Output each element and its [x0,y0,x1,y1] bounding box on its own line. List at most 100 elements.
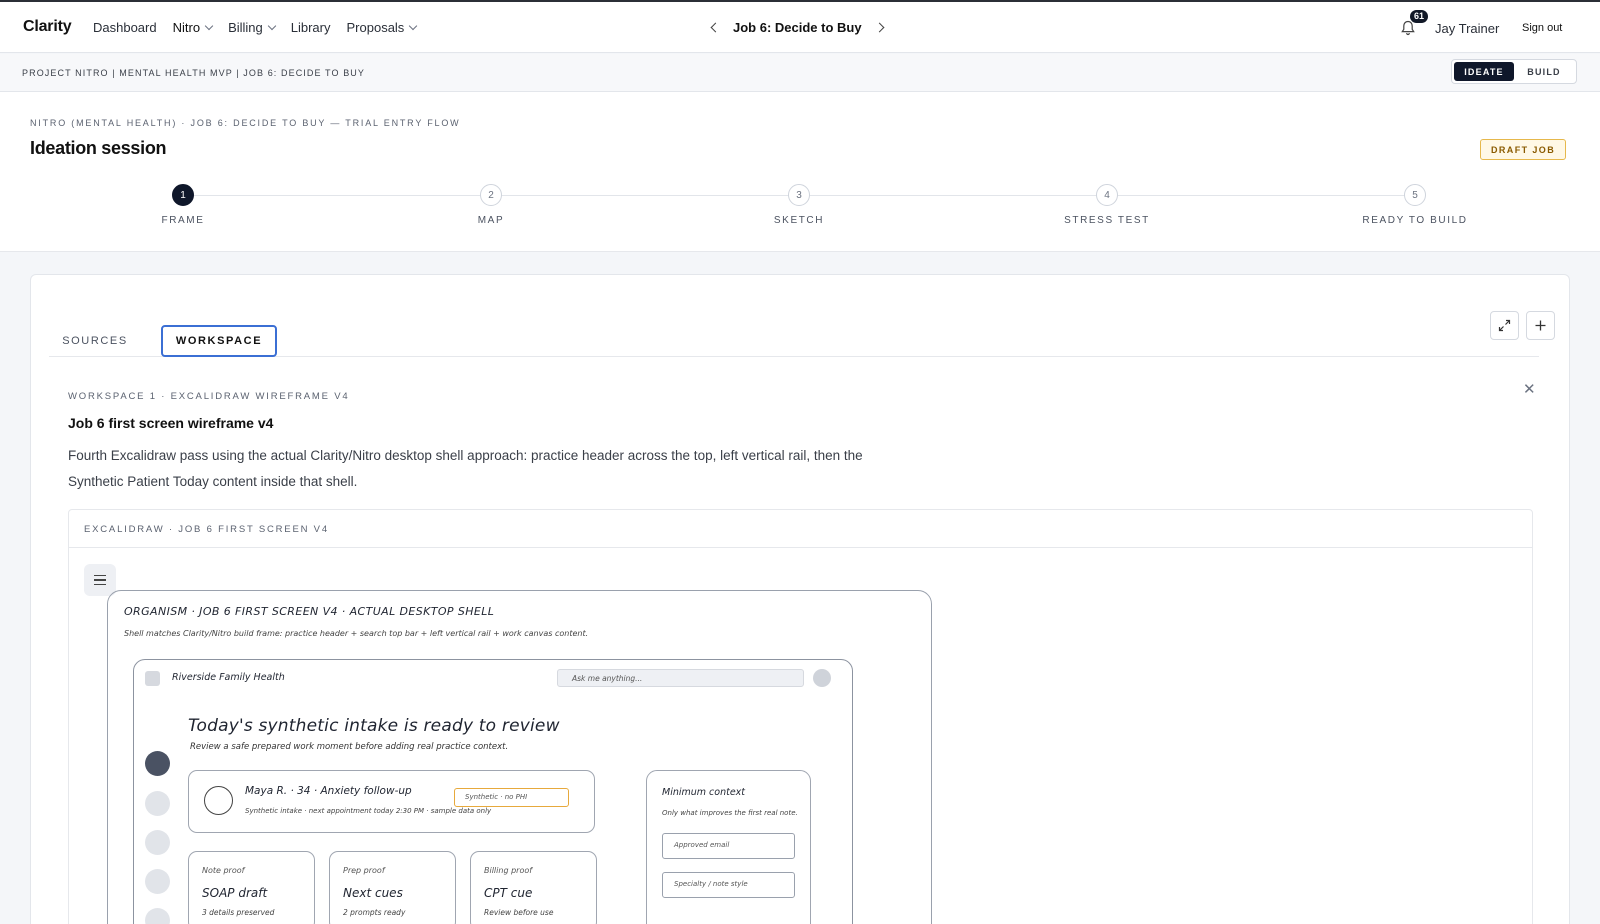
sketch-synthetic-tag: Synthetic · no PHI [454,788,569,807]
proof-label: Note proof [202,866,245,875]
step-number: 5 [1404,184,1426,206]
sign-out-link[interactable]: Sign out [1522,22,1562,34]
sketch-avatar [813,669,831,687]
step-map[interactable]: 2 MAP [431,184,551,226]
workspace-description: Fourth Excalidraw pass using the actual … [68,448,863,489]
step-number: 4 [1096,184,1118,206]
step-number: 1 [172,184,194,206]
nav-billing[interactable]: Billing [228,20,276,35]
page-title: Ideation session [30,138,167,158]
chevron-down-icon [267,21,276,30]
sketch-rail-item [145,751,170,776]
practice-logo-placeholder [145,671,160,686]
sketch-search-input: Ask me anything... [557,669,804,687]
sketch-proof-card: Billing proof CPT cue Review before use [470,851,597,924]
sketch-headline: Today's synthetic intake is ready to rev… [188,716,560,736]
session-header: NITRO (MENTAL HEALTH) · JOB 6: DECIDE TO… [0,92,1600,252]
sketch-rail-item [145,908,170,924]
step-label: SKETCH [773,215,825,226]
mode-ideate-button[interactable]: IDEATE [1454,62,1514,81]
sketch-subheadline: Review a safe prepared work moment befor… [190,742,509,752]
sketch-proof-card: Note proof SOAP draft 3 details preserve… [188,851,315,924]
tab-workspace[interactable]: WORKSPACE [161,325,277,357]
proof-value: CPT cue [484,886,533,900]
step-frame[interactable]: 1 FRAME [123,184,243,226]
nav-library[interactable]: Library [291,20,331,35]
sketch-organism-frame: ORGANISM · JOB 6 FIRST SCREEN V4 · ACTUA… [107,590,932,924]
sketch-patient-avatar [204,786,233,815]
proof-note: 3 details preserved [202,908,275,917]
chevron-down-icon [409,21,418,30]
tab-sources[interactable]: SOURCES [49,325,141,357]
mode-toggle: IDEATE BUILD [1451,59,1577,84]
sketch-specialty-field: Specialty / note style [662,872,795,898]
breadcrumb: PROJECT NITRO | MENTAL HEALTH MVP | JOB … [22,68,365,78]
plus-icon [1535,320,1546,331]
user-name[interactable]: Jay Trainer [1435,21,1499,36]
workspace-card: SOURCES WORKSPACE ✕ WORKSPACE 1 · EXCALI… [30,274,1570,924]
nav-label: Nitro [172,20,201,35]
nav-dashboard[interactable]: Dashboard [93,20,157,35]
next-job-icon[interactable] [874,22,885,33]
workspace-title: Job 6 first screen wireframe v4 [68,415,274,431]
current-job-title: Job 6: Decide to Buy [733,20,862,35]
primary-nav: Dashboard Nitro Billing Library Proposal… [93,20,418,35]
excalidraw-embed[interactable]: EXCALIDRAW · JOB 6 FIRST SCREEN V4 ORGAN… [68,509,1533,924]
step-label: MAP [477,215,505,226]
nav-proposals[interactable]: Proposals [346,20,418,35]
proof-label: Billing proof [484,866,533,875]
notification-count-badge: 61 [1410,10,1429,23]
nav-label: Proposals [346,20,405,35]
sketch-patient-meta: Synthetic intake · next appointment toda… [245,807,492,815]
expand-button[interactable] [1490,311,1519,340]
step-number: 3 [788,184,810,206]
sketch-title: ORGANISM · JOB 6 FIRST SCREEN V4 · ACTUA… [124,605,495,618]
min-context-title: Minimum context [662,787,746,798]
step-label: STRESS TEST [1064,215,1150,226]
session-eyebrow: NITRO (MENTAL HEALTH) · JOB 6: DECIDE TO… [30,118,461,128]
sketch-rail-item [145,830,170,855]
top-nav: Clarity Dashboard Nitro Billing Library … [0,2,1600,53]
proof-value: Next cues [343,886,403,900]
proof-note: 2 prompts ready [343,908,406,917]
min-context-subtitle: Only what improves the first real note. [662,809,798,817]
step-label: FRAME [161,215,205,226]
proof-note: Review before use [484,908,554,917]
menu-icon[interactable] [84,564,116,596]
chevron-down-icon [204,21,214,30]
step-label: READY TO BUILD [1362,215,1468,226]
sketch-rail-item [145,869,170,894]
proof-value: SOAP draft [202,886,268,900]
brand-logo[interactable]: Clarity [23,18,72,36]
step-stress-test[interactable]: 4 STRESS TEST [1047,184,1167,226]
nav-nitro[interactable]: Nitro [172,20,214,35]
nav-label: Dashboard [93,20,157,35]
step-number: 2 [480,184,502,206]
workspace-eyebrow: WORKSPACE 1 · EXCALIDRAW WIREFRAME V4 [68,391,350,402]
step-sketch[interactable]: 3 SKETCH [739,184,859,226]
sketch-desktop-shell: Riverside Family Health Ask me anything.… [133,659,853,924]
sketch-rail-item [145,791,170,816]
sketch-practice-name: Riverside Family Health [172,672,285,683]
sketch-patient-card: Maya R. · 34 · Anxiety follow-up Synthet… [188,770,595,833]
close-icon[interactable]: ✕ [1523,380,1536,398]
breadcrumb-bar: PROJECT NITRO | MENTAL HEALTH MVP | JOB … [0,54,1600,92]
job-switcher: Job 6: Decide to Buy [710,20,885,35]
sketch-patient-name: Maya R. · 34 · Anxiety follow-up [245,785,412,797]
expand-icon [1498,319,1511,332]
excalidraw-label: EXCALIDRAW · JOB 6 FIRST SCREEN V4 [84,524,329,535]
sketch-proof-card: Prep proof Next cues 2 prompts ready [329,851,456,924]
sketch-subtitle: Shell matches Clarity/Nitro build frame:… [124,629,589,638]
proof-label: Prep proof [343,866,385,875]
previous-job-icon[interactable] [710,22,721,33]
status-badge: DRAFT JOB [1480,139,1567,160]
nav-label: Billing [228,20,263,35]
tab-bar: SOURCES WORKSPACE [49,325,1539,357]
step-ready-to-build[interactable]: 5 READY TO BUILD [1355,184,1475,226]
sketch-minimum-context-card: Minimum context Only what improves the f… [646,770,811,924]
sketch-email-field: Approved email [662,833,795,859]
excalidraw-header: EXCALIDRAW · JOB 6 FIRST SCREEN V4 [69,510,1532,548]
nav-label: Library [290,20,331,35]
mode-build-button[interactable]: BUILD [1514,62,1574,81]
add-button[interactable] [1526,311,1555,340]
